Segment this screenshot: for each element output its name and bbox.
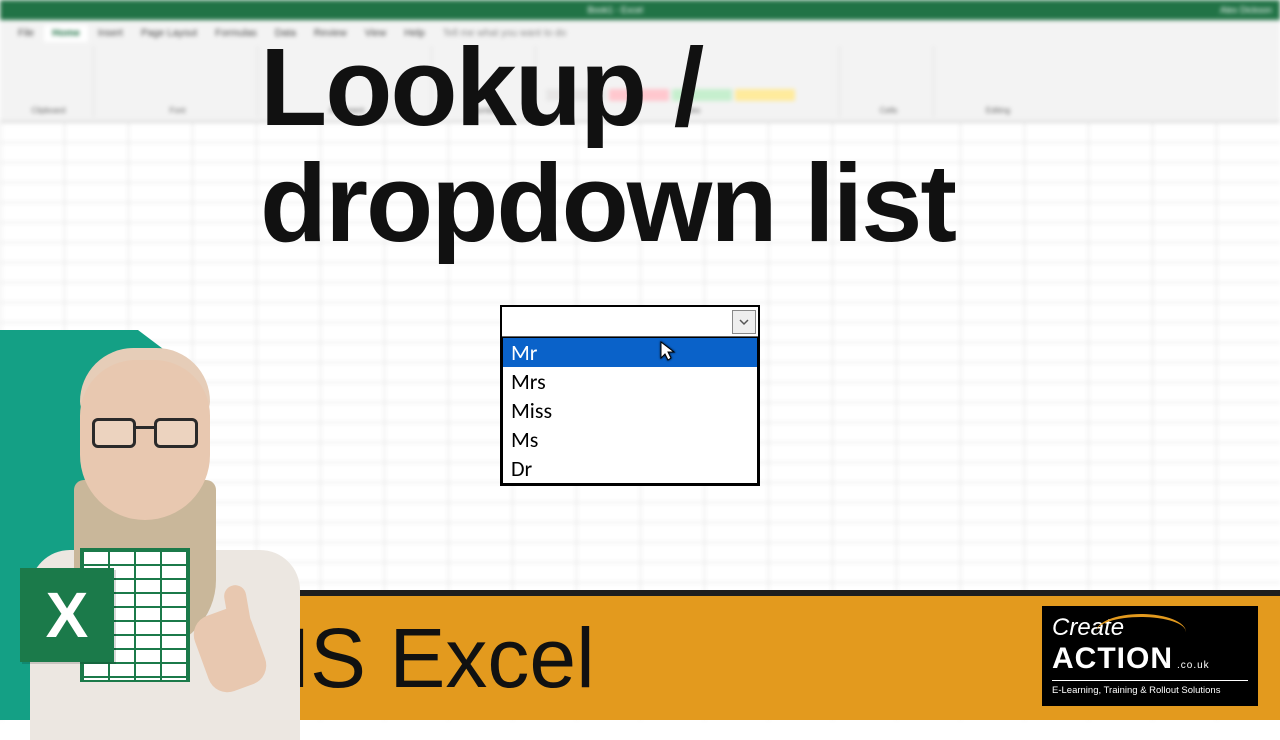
tab-file[interactable]: File <box>10 25 42 42</box>
ca-tagline: E-Learning, Training & Rollout Solutions <box>1052 685 1248 696</box>
tab-pagelayout[interactable]: Page Layout <box>133 25 205 42</box>
headline-line2: dropdown list <box>260 146 1260 262</box>
tab-home[interactable]: Home <box>44 25 88 42</box>
titlebar-user: Alex Dickson <box>1220 5 1272 15</box>
tab-insert[interactable]: Insert <box>90 25 131 42</box>
headline-line1: Lookup / <box>260 30 1260 146</box>
dropdown-list: Mr Mrs Miss Ms Dr <box>502 337 758 484</box>
dropdown-item-dr[interactable]: Dr <box>503 454 757 483</box>
ribbon-group-clipboard: Clipboard <box>4 46 94 117</box>
titlebar-center: Book1 - Excel <box>587 5 643 15</box>
titlebar-left <box>8 5 11 15</box>
ribbon-group-font: Font <box>98 46 258 117</box>
dropdown-item-miss[interactable]: Miss <box>503 396 757 425</box>
dropdown-item-mr[interactable]: Mr <box>503 338 757 367</box>
excel-x-letter: X <box>46 578 89 652</box>
excel-badge: X <box>20 568 114 662</box>
dropdown-cell[interactable] <box>502 307 758 337</box>
dropdown-example: Mr Mrs Miss Ms Dr <box>500 305 760 486</box>
dropdown-arrow-button[interactable] <box>732 310 756 334</box>
createaction-logo: Create ACTION .co.uk E-Learning, Trainin… <box>1042 606 1258 706</box>
titlebar: Book1 - Excel Alex Dickson <box>0 0 1280 20</box>
tab-formulas[interactable]: Formulas <box>207 25 265 42</box>
dropdown-item-ms[interactable]: Ms <box>503 425 757 454</box>
dropdown-item-mrs[interactable]: Mrs <box>503 367 757 396</box>
thumbnail-headline: Lookup / dropdown list <box>260 30 1260 261</box>
ca-line2: ACTION .co.uk <box>1052 642 1248 676</box>
excel-logo: X <box>20 540 190 690</box>
glasses-icon <box>92 418 198 450</box>
cursor-icon <box>659 340 677 368</box>
chevron-down-icon <box>739 317 749 327</box>
